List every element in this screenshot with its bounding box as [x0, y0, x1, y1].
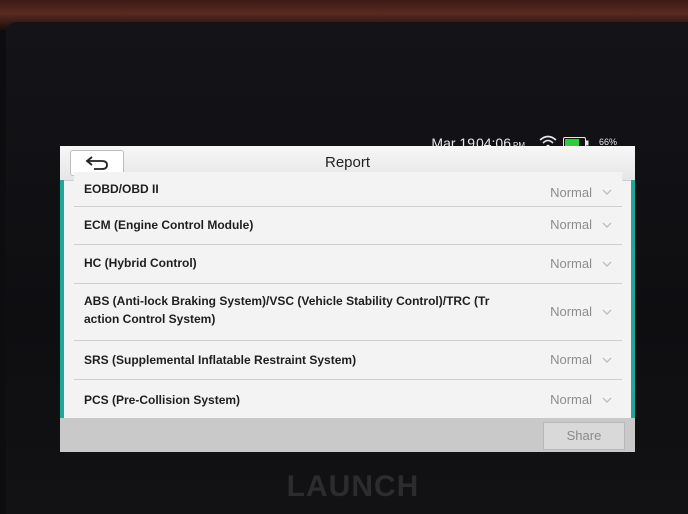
chevron-down-icon [602, 397, 612, 403]
report-item-label: PCS (Pre-Collision System) [84, 393, 241, 407]
report-item-ecm[interactable]: ECM (Engine Control Module) Normal [74, 207, 622, 245]
chevron-down-icon [602, 261, 612, 267]
report-item-status[interactable]: Normal [550, 185, 592, 200]
report-item-status[interactable]: Normal [550, 392, 592, 407]
chevron-down-icon [602, 309, 612, 315]
share-button[interactable]: Share [543, 422, 625, 450]
report-item-label: ECM (Engine Control Module) [84, 218, 254, 232]
report-item-label: SRS (Supplemental Inflatable Restraint S… [84, 353, 357, 367]
report-list[interactable]: EOBD/OBD II Normal ECM (Engine Control M… [60, 172, 635, 418]
report-item-label: EOBD/OBD II [84, 182, 159, 196]
page-title: Report [324, 154, 371, 171]
report-item-label: ABS (Anti-lock Braking System)/VSC (Vehi… [84, 292, 524, 328]
report-item-status[interactable]: Normal [550, 304, 592, 319]
chevron-down-icon [602, 222, 612, 228]
report-item-label: HC (Hybrid Control) [84, 256, 197, 270]
report-screen: Report EOBD/OBD II Normal ECM (Engine Co… [60, 146, 635, 452]
report-item-label-line2: action Control System) [84, 312, 216, 326]
list-accent-right [631, 180, 635, 418]
bottom-toolbar: Share [60, 418, 635, 452]
list-accent-left [60, 180, 64, 418]
chevron-down-icon [602, 357, 612, 363]
report-item-hc[interactable]: HC (Hybrid Control) Normal [74, 245, 622, 284]
report-item-eobd[interactable]: EOBD/OBD II Normal [74, 172, 622, 207]
report-item-status[interactable]: Normal [550, 352, 592, 367]
report-item-label-line1: ABS (Anti-lock Braking System)/VSC (Vehi… [84, 294, 490, 308]
report-item-pcs[interactable]: PCS (Pre-Collision System) Normal [74, 380, 622, 418]
report-item-status[interactable]: Normal [550, 217, 592, 232]
report-item-status[interactable]: Normal [550, 256, 592, 271]
report-item-abs[interactable]: ABS (Anti-lock Braking System)/VSC (Vehi… [74, 284, 622, 341]
chevron-down-icon [602, 189, 612, 195]
device-brand-logo: LAUNCH [286, 470, 420, 503]
report-item-srs[interactable]: SRS (Supplemental Inflatable Restraint S… [74, 341, 622, 380]
